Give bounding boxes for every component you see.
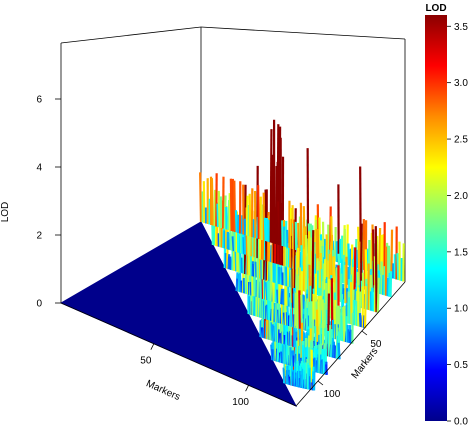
surface-spike [210, 178, 214, 226]
surface-spike [248, 193, 252, 237]
surface-spike [396, 253, 400, 281]
colorbar-tick-label: 1.5 [454, 247, 468, 258]
surface-spike [257, 185, 260, 240]
surface-spike [234, 210, 238, 233]
z-axis: 0 2 4 6 LOD [0, 95, 61, 310]
surface-spike [274, 165, 278, 245]
y-axis-title: Markers [350, 346, 381, 381]
lod-3d-surface-chart: 0246 LOD 50100 Markers 50100 Markers LOD… [0, 3, 468, 425]
y-axis-tick-label: 100 [324, 389, 341, 400]
surface-spike [217, 190, 221, 228]
colorbar-tick-label: 2.0 [454, 191, 468, 202]
surface-spike [390, 229, 394, 279]
colorbar-tick-label: 3.0 [454, 78, 468, 89]
surface-spike [378, 228, 382, 275]
x-axis-tick-label: 50 [140, 356, 152, 367]
surface-spike [233, 180, 237, 233]
box-edge-top-right [200, 26, 406, 40]
surface-spike [387, 245, 391, 278]
box-edge-top-left [60, 26, 202, 44]
y-axis-tick [361, 330, 368, 336]
x-axis-tick-label: 100 [232, 397, 249, 408]
y-axis-tick [317, 380, 324, 386]
surface-spike [347, 243, 350, 266]
x-axis-tick [150, 343, 155, 350]
surface-spike [240, 215, 244, 235]
surface-spike [263, 217, 267, 242]
surface-spike [267, 219, 271, 243]
colorbar-tick-label: 1.0 [454, 304, 468, 315]
x-axis-tick [245, 385, 249, 392]
surface-spike [286, 229, 289, 248]
colorbar-tick-label: 2.5 [454, 135, 468, 146]
surface-spike [245, 195, 249, 236]
surface-spike [199, 172, 203, 223]
surface-spike [243, 218, 247, 236]
z-axis-title: LOD [0, 202, 11, 223]
z-axis-tick-label: 0 [36, 299, 42, 310]
colorbar-gradient [425, 15, 447, 421]
surface-spike [202, 181, 206, 224]
x-axis-title: Markers [144, 378, 181, 403]
z-axis-tick-label: 2 [36, 231, 42, 242]
colorbar: LOD 0.0 0.5 1.0 1.5 2.0 2.5 3.0 3.5 [425, 3, 468, 425]
colorbar-tick-label: 0.0 [454, 417, 468, 425]
surface-spike [219, 196, 223, 229]
surface-spike [229, 178, 233, 232]
z-axis-tick-label: 6 [36, 95, 42, 106]
colorbar-title: LOD [425, 3, 446, 14]
colorbar-tick-label: 3.5 [454, 22, 468, 33]
z-axis-tick-label: 4 [36, 163, 42, 174]
surface-spike [213, 189, 217, 227]
colorbar-tick-label: 0.5 [454, 360, 468, 371]
